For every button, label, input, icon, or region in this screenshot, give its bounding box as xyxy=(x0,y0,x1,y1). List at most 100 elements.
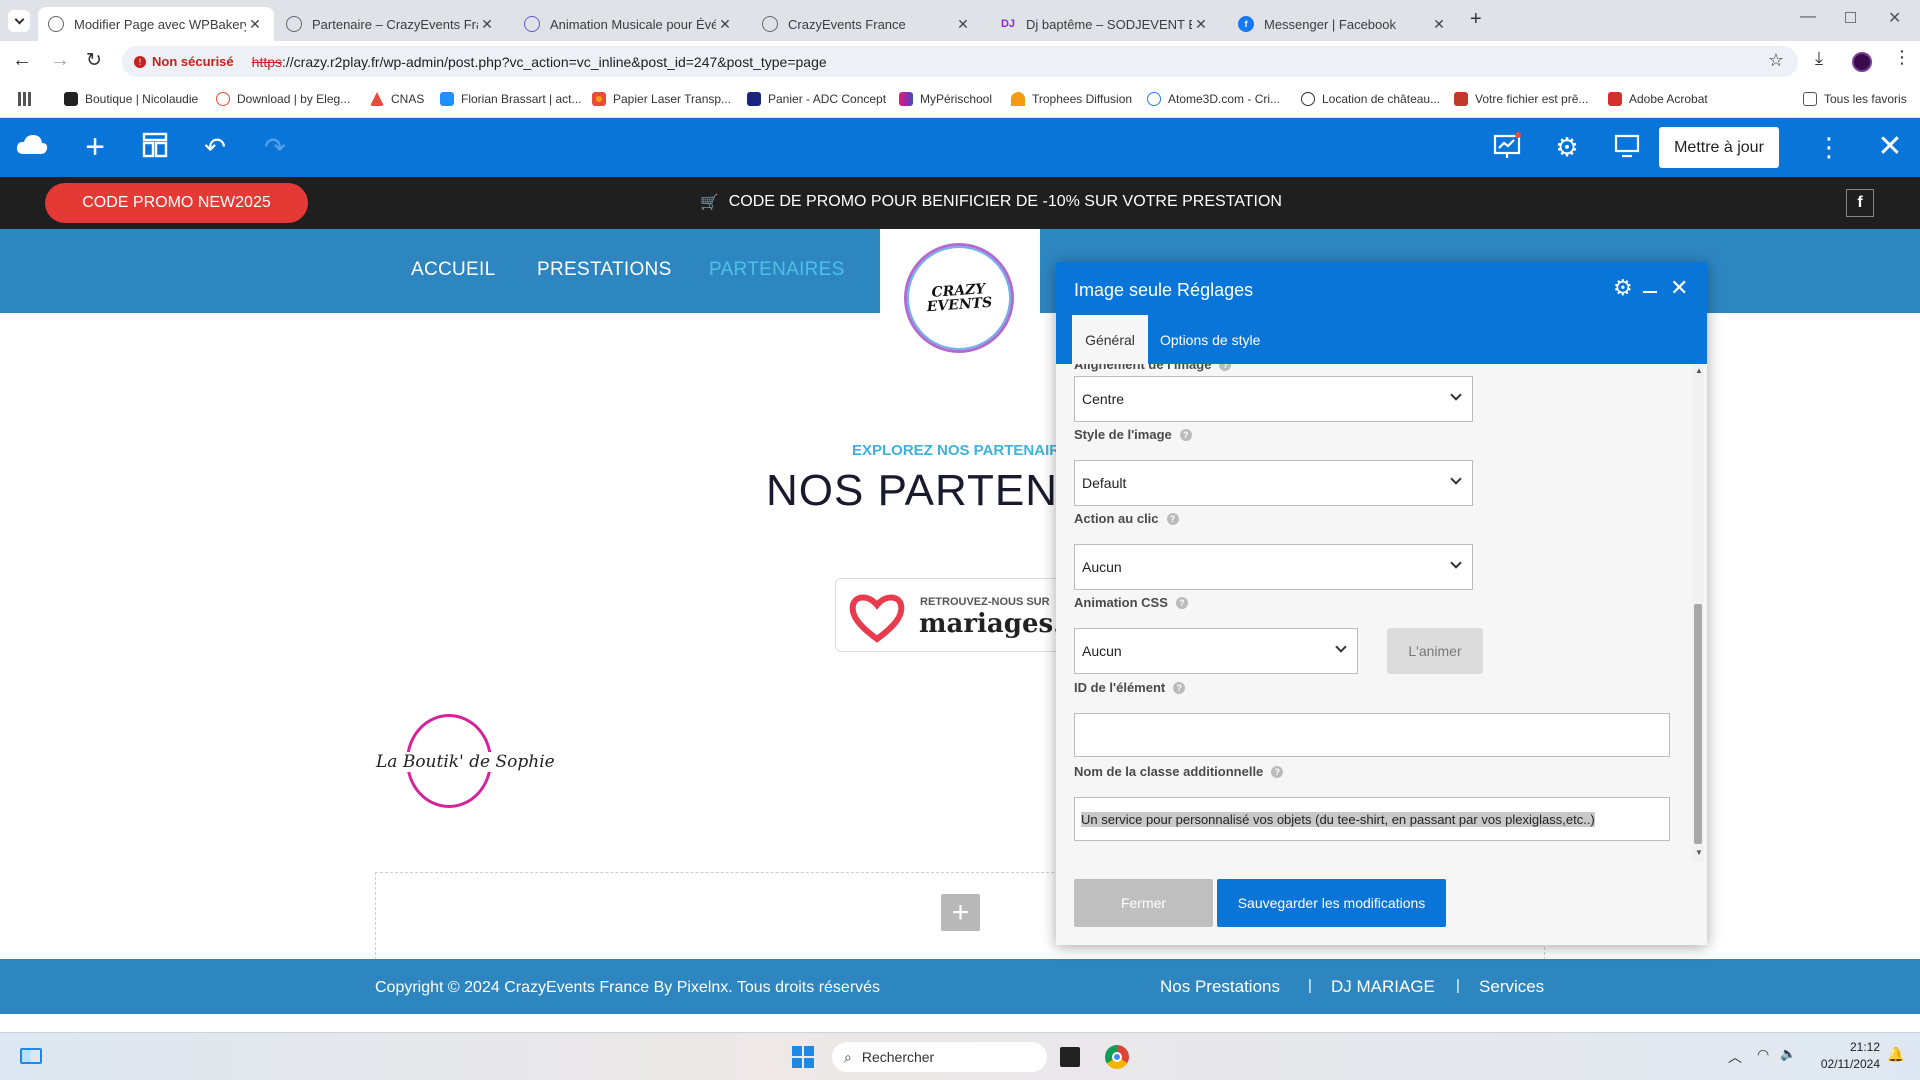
bookmark-item[interactable]: Papier Laser Transp... xyxy=(592,92,731,106)
redo-icon[interactable]: ↷ xyxy=(260,132,290,162)
menu-icon[interactable]: ⋮ xyxy=(1893,47,1911,68)
close-tab-icon[interactable]: ✕ xyxy=(1192,16,1210,33)
widgets-icon[interactable] xyxy=(20,1048,42,1064)
dialog-minimize-icon[interactable] xyxy=(1643,291,1657,293)
tab-general[interactable]: Général xyxy=(1072,315,1148,364)
globe-icon xyxy=(286,16,302,32)
tab-search-button[interactable] xyxy=(8,10,30,32)
footer-copyright: Copyright © 2024 CrazyEvents France By P… xyxy=(375,979,881,996)
close-tab-icon[interactable]: ✕ xyxy=(716,16,734,33)
reload-icon[interactable]: ↻ xyxy=(86,49,102,72)
music-icon xyxy=(524,16,540,32)
bookmark-item[interactable]: Download | by Eleg... xyxy=(216,92,350,106)
tab-wpbakery[interactable]: Modifier Page avec WPBakery Page Builder… xyxy=(38,7,274,41)
close-tab-icon[interactable]: ✕ xyxy=(1430,16,1448,33)
clock-time[interactable]: 21:12 xyxy=(1848,1040,1880,1054)
close-window-button[interactable]: ✕ xyxy=(1888,8,1901,28)
close-editor-icon[interactable]: ✕ xyxy=(1875,132,1905,162)
more-options-icon[interactable]: ⋮ xyxy=(1814,132,1844,162)
dialog-header[interactable]: Image seule Réglages ⚙ ✕ Général Options… xyxy=(1056,262,1707,364)
wpbakery-logo-icon[interactable] xyxy=(16,132,48,162)
taskbar-search[interactable]: ⌕ Rechercher xyxy=(832,1042,1047,1072)
css-animation-label: Animation CSS? xyxy=(1074,595,1188,610)
dialog-scrollbar[interactable]: ▲ ▼ xyxy=(1692,364,1704,862)
back-icon[interactable]: ← xyxy=(12,49,32,72)
footer-link-dj-mariage[interactable]: DJ MARIAGE xyxy=(1331,977,1435,997)
dialog-settings-gear-icon[interactable]: ⚙ xyxy=(1613,275,1633,301)
bookmark-item[interactable]: Atome3D.com - Cri... xyxy=(1147,92,1280,106)
close-tab-icon[interactable]: ✕ xyxy=(246,16,264,33)
bookmark-item[interactable]: Location de château... xyxy=(1301,92,1440,106)
clock-date[interactable]: 02/11/2024 xyxy=(1814,1057,1880,1071)
app-icon[interactable] xyxy=(1060,1047,1080,1067)
css-animation-select[interactable]: Aucun xyxy=(1074,628,1358,674)
star-icon[interactable]: ☆ xyxy=(1768,50,1784,71)
animate-button[interactable]: L'animer xyxy=(1387,628,1483,674)
image-style-select[interactable]: Default xyxy=(1074,460,1473,506)
profile-avatar[interactable] xyxy=(1852,52,1872,72)
apps-grid-icon[interactable] xyxy=(18,92,32,106)
add-element-icon[interactable]: + xyxy=(80,130,110,164)
url-bar[interactable]: ! Non sécurisé https ://crazy.r2play.fr/… xyxy=(122,46,1798,77)
dj-logo-icon: DJ xyxy=(1000,18,1016,30)
alignment-select[interactable]: Centre xyxy=(1074,376,1473,422)
download-icon[interactable]: ⤓ xyxy=(1815,48,1823,69)
settings-gear-icon[interactable]: ⚙ xyxy=(1552,132,1582,162)
footer-link-services[interactable]: Services xyxy=(1479,977,1544,997)
tab-animation[interactable]: Animation Musicale pour Événements ✕ xyxy=(514,7,744,41)
facebook-icon[interactable]: f xyxy=(1846,189,1874,217)
forward-icon[interactable]: → xyxy=(50,49,70,72)
add-row-button[interactable]: + xyxy=(941,894,980,931)
element-id-input[interactable] xyxy=(1074,713,1670,757)
security-label[interactable]: Non sécurisé xyxy=(152,54,234,69)
nav-link-partenaires[interactable]: PARTENAIRES xyxy=(709,259,845,281)
windows-start-icon[interactable] xyxy=(792,1046,814,1068)
extra-class-input[interactable]: Un service pour personnalisé vos objets … xyxy=(1074,797,1670,841)
nav-link-accueil[interactable]: ACCUEIL xyxy=(411,259,495,281)
tab-crazyevents[interactable]: CrazyEvents France ✕ xyxy=(752,7,982,41)
templates-icon[interactable] xyxy=(140,132,170,162)
bookmark-item[interactable]: MyPérischool xyxy=(899,92,992,106)
seo-chart-icon[interactable] xyxy=(1492,132,1522,162)
tab-style-options[interactable]: Options de style xyxy=(1160,315,1260,364)
all-bookmarks[interactable]: Tous les favoris xyxy=(1803,92,1907,106)
close-tab-icon[interactable]: ✕ xyxy=(954,16,972,33)
bookmark-item[interactable]: Adobe Acrobat xyxy=(1608,92,1708,106)
responsive-preview-icon[interactable] xyxy=(1612,132,1642,162)
bookmark-item[interactable]: Boutique | Nicolaudie xyxy=(64,92,198,106)
warning-icon: ! xyxy=(134,55,146,68)
wifi-icon[interactable]: ◠ xyxy=(1757,1046,1769,1063)
scrollbar-thumb[interactable] xyxy=(1694,604,1702,844)
save-changes-button[interactable]: Sauvegarder les modifications xyxy=(1217,879,1446,927)
update-button[interactable]: Mettre à jour xyxy=(1659,127,1779,168)
dialog-body[interactable]: Alignement de l'image? Centre Style de l… xyxy=(1056,364,1707,862)
scroll-down-icon[interactable]: ▼ xyxy=(1695,848,1703,857)
boutik-logo[interactable]: La Boutik' de Sophie xyxy=(373,712,556,812)
bookmark-item[interactable]: Panier - ADC Concept xyxy=(747,92,886,106)
click-action-select[interactable]: Aucun xyxy=(1074,544,1473,590)
close-tab-icon[interactable]: ✕ xyxy=(478,16,496,33)
site-logo[interactable]: CRAZY EVENTS xyxy=(904,243,1014,353)
bookmark-item[interactable]: Votre fichier est prê... xyxy=(1454,92,1588,106)
new-tab-button[interactable]: + xyxy=(1470,8,1482,31)
tab-partenaire[interactable]: Partenaire – CrazyEvents France ✕ xyxy=(276,7,506,41)
scroll-up-icon[interactable]: ▲ xyxy=(1695,366,1703,375)
promo-code-button[interactable]: CODE PROMO NEW2025 xyxy=(45,183,308,223)
footer-link-prestations[interactable]: Nos Prestations xyxy=(1160,977,1280,997)
bookmark-item[interactable]: CNAS xyxy=(370,92,424,106)
volume-muted-icon[interactable]: 🔈 xyxy=(1780,1046,1796,1062)
restore-button[interactable] xyxy=(1845,12,1856,23)
undo-icon[interactable]: ↶ xyxy=(200,132,230,162)
tab-dj-bapteme[interactable]: DJ Dj baptême – SODJEVENT Bailm ✕ xyxy=(990,7,1220,41)
mariages-badge[interactable]: RETROUVEZ-NOUS SUR mariages.net xyxy=(835,578,1065,652)
nav-link-prestations[interactable]: PRESTATIONS xyxy=(537,259,672,281)
dialog-close-icon[interactable]: ✕ xyxy=(1670,275,1688,301)
chrome-icon[interactable] xyxy=(1105,1045,1129,1069)
bookmark-item[interactable]: Trophees Diffusion xyxy=(1011,92,1132,106)
bookmark-item[interactable]: Florian Brassart | act... xyxy=(440,92,582,106)
notification-bell-icon[interactable]: 🔔 xyxy=(1887,1046,1904,1063)
close-dialog-button[interactable]: Fermer xyxy=(1074,879,1213,927)
minimize-button[interactable]: — xyxy=(1800,8,1816,26)
tab-messenger[interactable]: f Messenger | Facebook ✕ xyxy=(1228,7,1458,41)
chevron-up-icon[interactable]: ︿ xyxy=(1728,1047,1742,1067)
